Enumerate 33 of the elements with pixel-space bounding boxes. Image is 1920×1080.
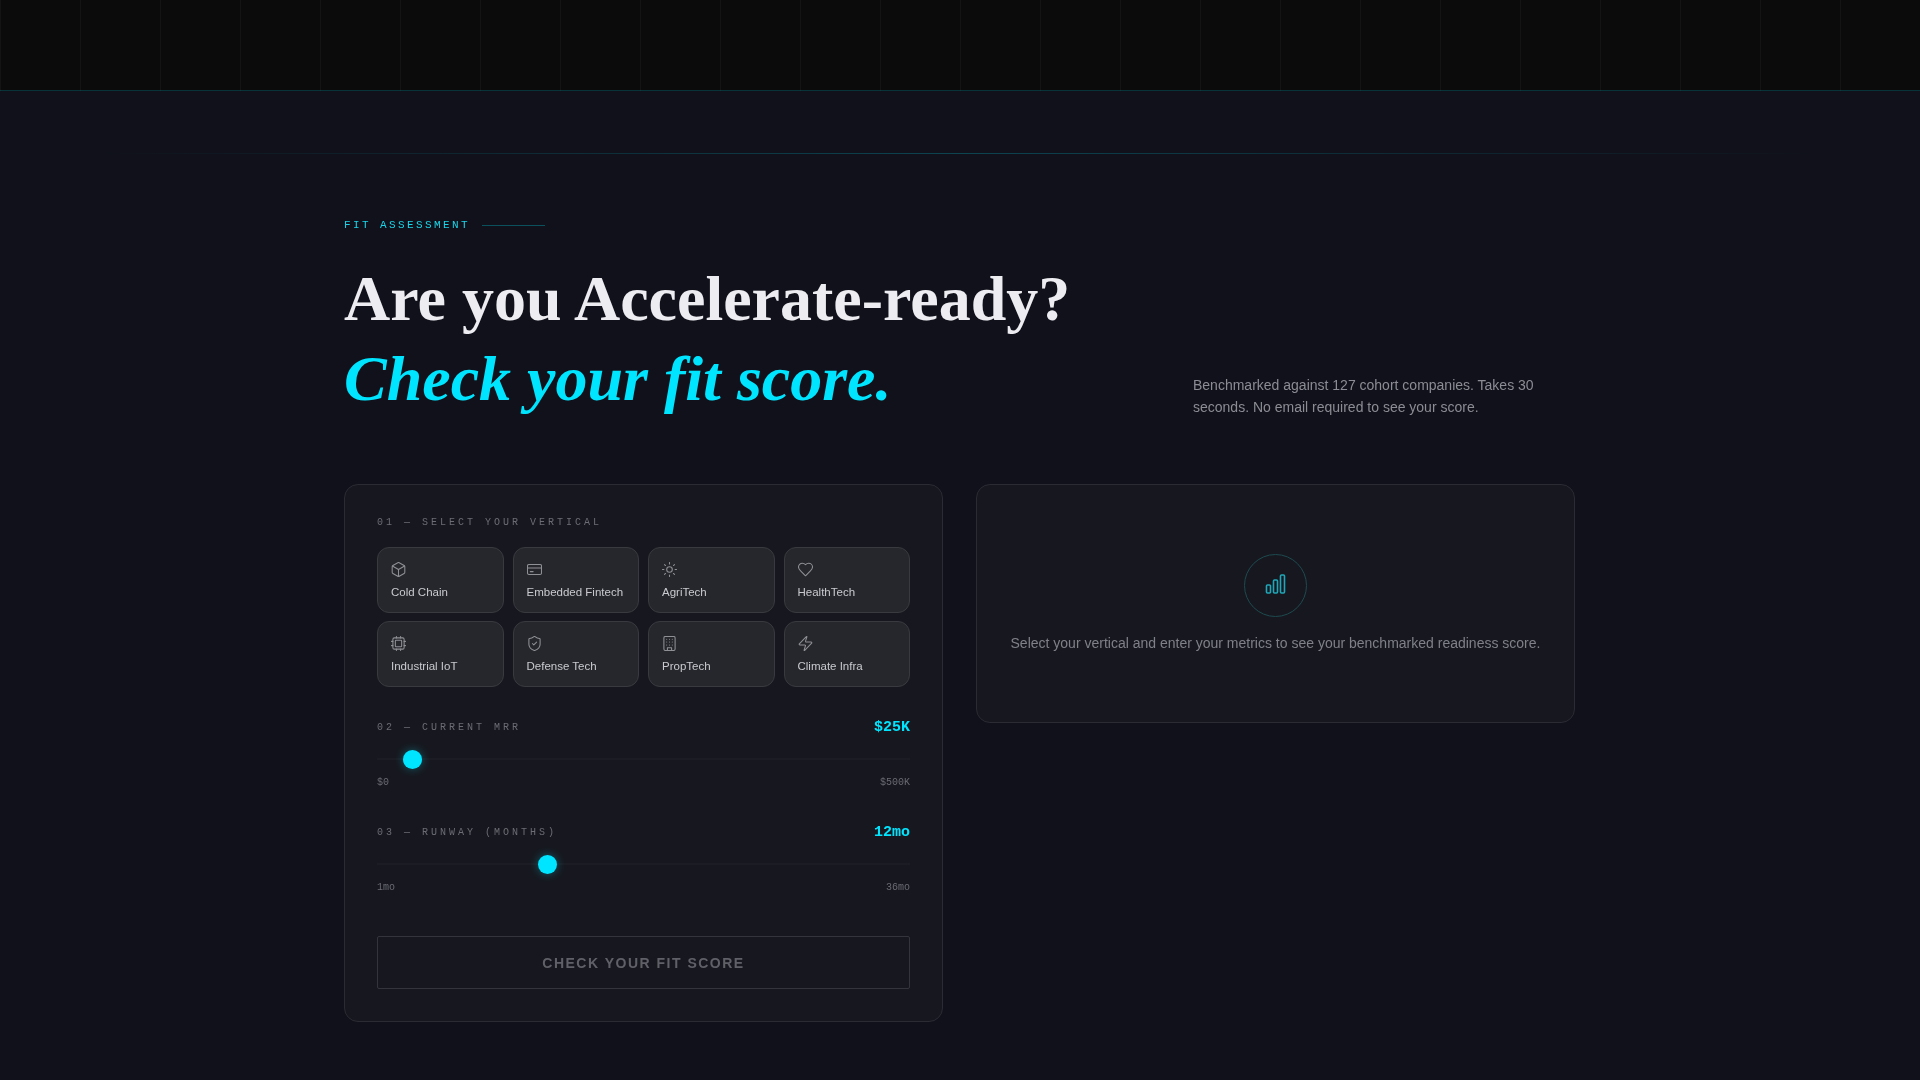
section-eyebrow: FIT ASSESSMENT [344, 218, 470, 232]
page-heading: Are you Accelerate-ready? [344, 262, 1071, 336]
vertical-option[interactable]: PropTech [648, 621, 775, 687]
heading-accent: Check your fit score. [344, 342, 892, 416]
vertical-option[interactable]: HealthTech [783, 547, 910, 613]
range-min-label: 1mo [377, 882, 395, 894]
slider-value: $25K [874, 719, 910, 737]
heart-icon [797, 562, 813, 577]
vertical-option[interactable]: Defense Tech [512, 621, 639, 687]
section-description: Benchmarked against 127 cohort companies. Takes 30 seconds. No email required to see your score. [1193, 376, 1535, 417]
building-icon [662, 636, 677, 651]
result-message: Select your vertical and enter your metrics to see your benchmarked readiness score. [1010, 634, 1541, 653]
shield-check-icon [526, 636, 542, 651]
range-max-label: $500K [880, 777, 910, 789]
sun-icon [662, 562, 677, 577]
credit-card-icon [526, 562, 542, 577]
step-label: 01 — SELECT YOUR VERTICAL [377, 517, 604, 529]
vertical-option[interactable]: Industrial IoT [377, 621, 504, 687]
chip-icon [391, 636, 406, 651]
vertical-option[interactable]: Climate Infra [783, 621, 910, 687]
vertical-option[interactable]: Cold Chain [377, 547, 504, 613]
range-min-label: $0 [377, 777, 389, 789]
slider-value: 12mo [874, 824, 910, 842]
slider-label: 02 — CURRENT MRR [377, 722, 521, 734]
range-max-label: 36mo [886, 882, 910, 894]
vertical-option[interactable]: AgriTech [648, 547, 775, 613]
vertical-option[interactable]: Embedded Fintech [512, 547, 639, 613]
slider-thumb[interactable] [402, 749, 422, 769]
slider-thumb[interactable] [538, 854, 558, 874]
lightning-icon [797, 636, 813, 651]
cube-icon [391, 562, 406, 577]
bar-chart-icon [1244, 554, 1307, 617]
slider-label: 03 — RUNWAY (MONTHS) [377, 827, 558, 839]
